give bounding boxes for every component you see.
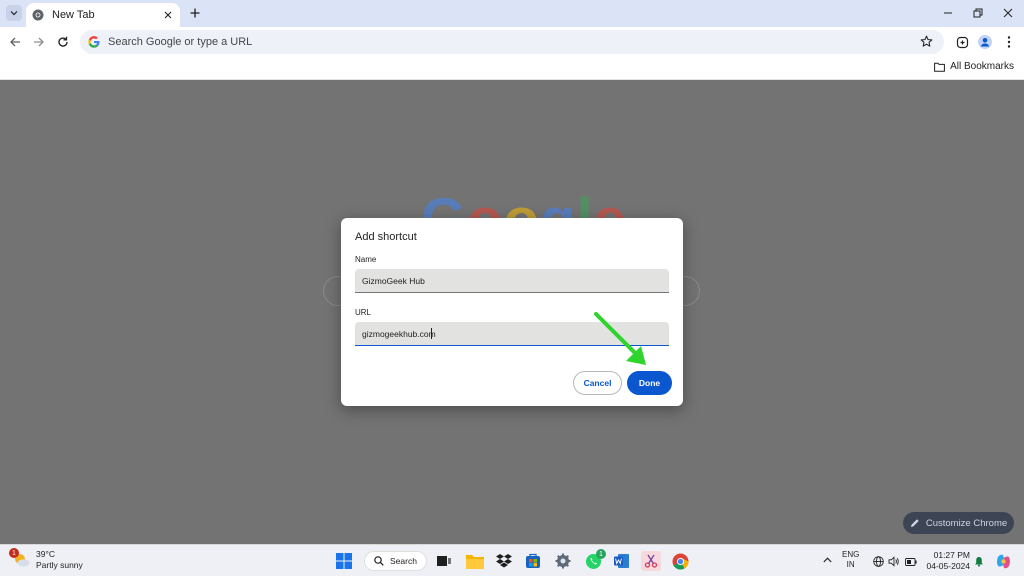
show-hidden-icons-button[interactable] <box>822 555 832 565</box>
close-tab-icon[interactable] <box>162 9 174 21</box>
tab-strip: New Tab <box>0 0 1024 27</box>
language-indicator[interactable]: ENG IN <box>842 550 859 570</box>
battery-icon <box>905 557 917 566</box>
battery-button[interactable] <box>905 557 917 566</box>
google-g-icon <box>88 36 100 48</box>
windows-taskbar: 1 39°C Partly sunny Search 1 ENG IN 01:2… <box>0 544 1024 576</box>
done-button[interactable]: Done <box>627 371 672 395</box>
file-explorer-button[interactable] <box>465 551 485 571</box>
chevron-down-icon <box>10 11 18 16</box>
arrow-left-icon <box>10 37 20 47</box>
windows-logo-icon <box>336 553 352 569</box>
network-button[interactable] <box>873 556 884 567</box>
plus-icon <box>190 8 200 18</box>
folder-app-icon <box>466 554 484 569</box>
snipping-tool-icon <box>644 554 658 568</box>
start-button[interactable] <box>336 553 352 569</box>
bell-icon <box>975 557 983 567</box>
back-button[interactable] <box>8 35 22 49</box>
microsoft-store-button[interactable] <box>523 551 543 571</box>
chrome-taskbar-button[interactable] <box>670 551 690 571</box>
taskbar-search[interactable]: Search <box>364 551 427 571</box>
dropbox-button[interactable] <box>494 551 514 571</box>
search-icon <box>374 556 384 566</box>
lang-code: ENG <box>842 550 860 559</box>
customize-chrome-button[interactable]: Customize Chrome <box>903 512 1014 534</box>
weather-badge: 1 <box>9 548 19 558</box>
whatsapp-button[interactable]: 1 <box>583 549 606 571</box>
whatsapp-badge: 1 <box>596 549 606 559</box>
dropbox-icon <box>496 554 512 568</box>
pencil-icon <box>910 518 920 528</box>
snipping-tool-button[interactable] <box>641 551 661 571</box>
omnibox-input[interactable] <box>108 36 888 48</box>
profile-button[interactable] <box>978 35 992 49</box>
chrome-menu-button[interactable] <box>1002 35 1016 49</box>
task-view-button[interactable] <box>434 551 454 571</box>
url-label: URL <box>355 308 372 317</box>
minimize-icon <box>944 12 952 14</box>
name-input[interactable] <box>355 269 669 292</box>
all-bookmarks-button[interactable]: All Bookmarks <box>934 61 1014 72</box>
browser-toolbar <box>0 27 1024 57</box>
restore-icon <box>973 8 983 18</box>
tab-title: New Tab <box>52 9 95 21</box>
notifications-button[interactable] <box>974 556 984 567</box>
weather-widget[interactable]: 1 39°C Partly sunny <box>9 548 83 571</box>
volume-button[interactable] <box>888 556 900 567</box>
bookmark-star-icon[interactable] <box>920 35 934 49</box>
pointer-arrow-icon <box>594 312 646 365</box>
reload-icon <box>58 36 68 47</box>
speaker-icon <box>888 556 899 567</box>
restore-button[interactable] <box>971 6 985 20</box>
close-icon <box>1003 8 1013 18</box>
reload-button[interactable] <box>56 35 70 49</box>
word-icon <box>613 554 629 568</box>
minimize-button[interactable] <box>941 6 955 20</box>
tab-search-button[interactable] <box>6 5 22 21</box>
text-caret <box>431 328 432 339</box>
all-bookmarks-label: All Bookmarks <box>950 61 1014 72</box>
name-label: Name <box>355 255 377 264</box>
globe-icon <box>873 556 884 567</box>
lang-region: IN <box>846 560 855 569</box>
taskbar-search-label: Search <box>390 556 417 566</box>
customize-chrome-label: Customize Chrome <box>925 517 1008 529</box>
chrome-app-icon <box>672 553 688 569</box>
folder-icon <box>934 62 945 72</box>
system-clock[interactable]: 01:27 PM 04-05-2024 <box>925 550 970 572</box>
gear-icon <box>555 553 571 569</box>
close-window-button[interactable] <box>1001 6 1015 20</box>
name-field[interactable] <box>355 269 669 293</box>
store-icon <box>526 553 540 568</box>
clock-time: 01:27 PM <box>933 550 970 560</box>
clock-date: 04-05-2024 <box>926 561 970 571</box>
dialog-title: Add shortcut <box>355 231 417 243</box>
extension-icon <box>956 36 968 48</box>
tab-new-tab[interactable]: New Tab <box>26 3 180 27</box>
cancel-button[interactable]: Cancel <box>573 371 622 395</box>
profile-avatar-icon <box>978 35 992 49</box>
task-view-icon <box>437 556 451 566</box>
settings-button[interactable] <box>553 551 573 571</box>
chrome-icon <box>32 9 44 21</box>
copilot-icon <box>996 554 1010 568</box>
bookmarks-bar: All Bookmarks <box>0 57 1024 80</box>
forward-button[interactable] <box>32 35 46 49</box>
copilot-button[interactable] <box>993 551 1013 571</box>
weather-description: Partly sunny <box>36 560 83 570</box>
arrow-right-icon <box>34 37 44 47</box>
chevron-up-icon <box>822 557 832 563</box>
partly-sunny-icon: 1 <box>9 548 32 570</box>
word-button[interactable] <box>611 551 631 571</box>
new-tab-button[interactable] <box>188 6 202 20</box>
more-vertical-icon <box>1007 36 1011 48</box>
weather-temperature: 39°C <box>36 549 55 559</box>
address-bar[interactable] <box>80 30 944 54</box>
extension-button[interactable] <box>955 35 969 49</box>
